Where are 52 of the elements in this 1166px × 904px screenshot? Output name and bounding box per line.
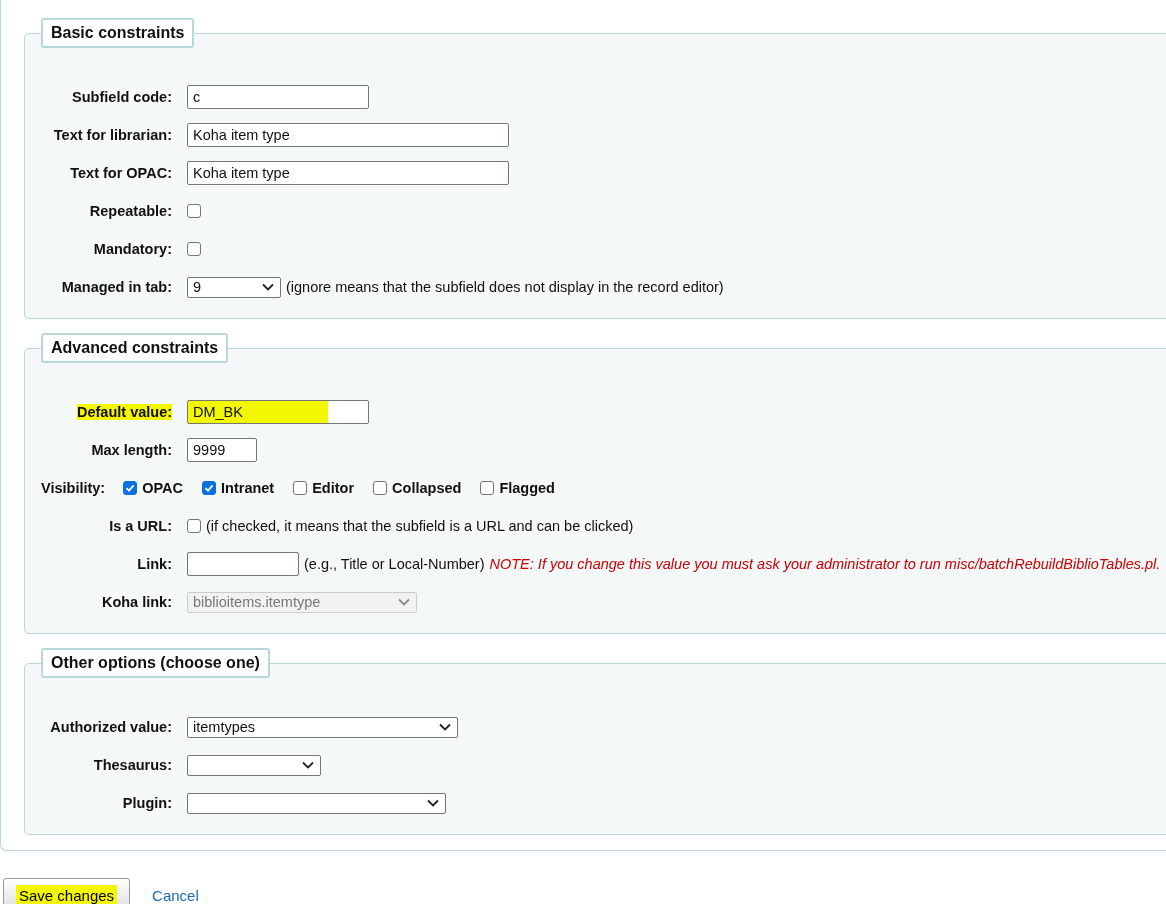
text-input[interactable] bbox=[187, 552, 299, 576]
field-label: Koha link: bbox=[100, 594, 173, 610]
warning-text: NOTE: If you change this value you must ask your administrator to run misc/batchRebuildBiblioTables.pl. bbox=[489, 556, 1161, 572]
text-input[interactable]: Koha item type bbox=[187, 123, 509, 147]
checkbox[interactable] bbox=[373, 481, 388, 495]
field-label: Mandatory: bbox=[92, 241, 173, 257]
checkbox[interactable] bbox=[293, 481, 308, 495]
checkbox-label: Collapsed bbox=[392, 480, 462, 496]
text-input[interactable]: Koha item type bbox=[187, 161, 509, 185]
checkbox-label: Editor bbox=[312, 480, 355, 496]
checkbox[interactable] bbox=[187, 204, 201, 218]
field-label: Max length: bbox=[90, 442, 173, 458]
chevron-down-icon bbox=[427, 799, 439, 807]
help-text: (if checked, it means that the subfield is a URL and can be clicked) bbox=[206, 518, 634, 534]
field-label: Text for OPAC: bbox=[69, 165, 173, 181]
chevron-down-icon bbox=[398, 598, 410, 606]
chevron-down-icon bbox=[262, 283, 274, 291]
dropdown[interactable] bbox=[187, 754, 321, 776]
checkbox-label: OPAC bbox=[142, 480, 184, 496]
field-label: Is a URL: bbox=[108, 518, 173, 534]
checkbox[interactable] bbox=[123, 481, 138, 495]
field-label: Authorized value: bbox=[49, 719, 173, 735]
field-label: Default value: bbox=[77, 404, 172, 420]
help-text: (e.g., Title or Local-Number) bbox=[304, 556, 485, 572]
dropdown[interactable]: itemtypes bbox=[187, 716, 458, 738]
help-text: (ignore means that the subfield does not display in the record editor) bbox=[286, 279, 724, 295]
cancel-link[interactable]: Cancel bbox=[152, 886, 199, 904]
field-label: Text for librarian: bbox=[52, 127, 173, 143]
text-input[interactable]: c bbox=[187, 85, 369, 109]
checkbox[interactable] bbox=[187, 242, 201, 256]
field-label: Managed in tab: bbox=[60, 279, 173, 295]
field-label: Subfield code: bbox=[71, 89, 173, 105]
checkbox[interactable] bbox=[480, 481, 495, 495]
field-label: Visibility: bbox=[41, 480, 106, 496]
chevron-down-icon bbox=[439, 723, 451, 731]
field-label: Plugin: bbox=[121, 795, 173, 811]
field-label: Thesaurus: bbox=[92, 757, 173, 773]
checkbox-label: Intranet bbox=[221, 480, 275, 496]
field-label: Repeatable: bbox=[88, 203, 173, 219]
checkbox-label: Flagged bbox=[499, 480, 555, 496]
checkbox[interactable] bbox=[202, 481, 217, 495]
dropdown[interactable] bbox=[187, 792, 446, 814]
checkbox[interactable] bbox=[187, 519, 201, 533]
section-legend: Advanced constraints bbox=[41, 333, 229, 363]
section-legend: Basic constraints bbox=[41, 18, 195, 48]
text-input[interactable]: 9999 bbox=[187, 438, 257, 462]
dropdown[interactable]: 9 bbox=[187, 276, 281, 298]
save-button[interactable]: Save changes bbox=[3, 878, 131, 904]
chevron-down-icon bbox=[302, 761, 314, 769]
section-legend: Other options (choose one) bbox=[41, 648, 270, 678]
text-input[interactable]: DM_BK bbox=[187, 400, 369, 424]
field-label: Link: bbox=[136, 556, 173, 572]
